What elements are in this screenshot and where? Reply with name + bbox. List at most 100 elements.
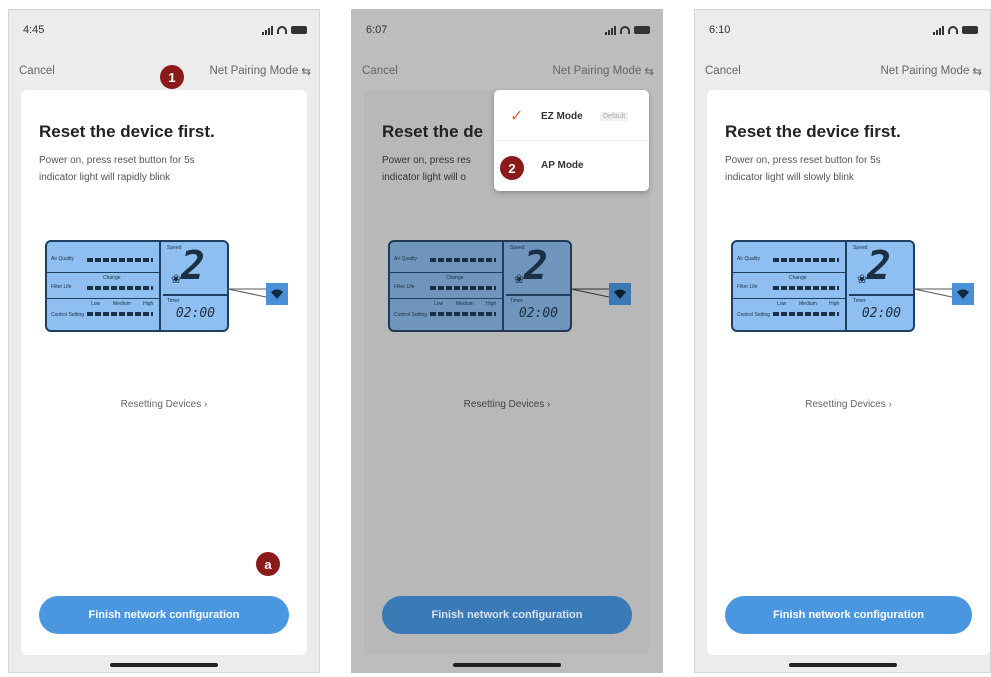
lcd-change-label: Change [103, 275, 121, 281]
indicator-callout-line [571, 287, 609, 299]
status-icons [605, 25, 650, 35]
fan-icon: ❀ [857, 272, 868, 286]
ap-mode-label: AP Mode [541, 159, 584, 171]
status-icons [933, 25, 978, 35]
resetting-devices-link[interactable]: Resetting Devices › [21, 399, 307, 410]
lcd-bars [430, 258, 496, 262]
cancel-button[interactable]: Cancel [705, 65, 741, 77]
lcd-filter-life-label: Filter Life [737, 284, 758, 290]
lcd-low-label: Low [91, 301, 101, 307]
lcd-speed-digit: 2 [523, 243, 548, 289]
status-icons [262, 25, 307, 35]
lcd-high-label: High [829, 301, 840, 307]
net-pairing-mode-button[interactable]: Net Pairing Mode ⇆ [553, 64, 655, 78]
lcd-speed-label: Speed [510, 245, 525, 251]
dropdown-item-ez-mode[interactable]: ✓ EZ Mode Default [494, 92, 649, 140]
instructions: Power on, press reset button for 5s indi… [39, 152, 269, 186]
lcd-filter-life-label: Filter Life [394, 284, 415, 290]
instruction-line-1: Power on, press reset button for 5s [725, 155, 881, 166]
lcd-speed-digit: 2 [180, 243, 205, 289]
lcd-speed-label: Speed [853, 245, 868, 251]
lcd-timer-label: Timer [853, 298, 866, 304]
resetting-devices-link[interactable]: Resetting Devices › [707, 399, 990, 410]
lcd-air-quality-label: Air Quality [394, 256, 418, 262]
device-lcd-illustration: Air Quality Change Filter Life Low Mediu… [731, 240, 915, 332]
swap-icon: ⇆ [644, 66, 654, 78]
lcd-speed-digit: 2 [866, 243, 891, 289]
lcd-bars [87, 312, 153, 316]
lcd-bars [773, 258, 839, 262]
lcd-control-setting-label: Control Setting [737, 312, 771, 318]
ez-mode-label: EZ Mode [541, 110, 583, 122]
nav-bar: Cancel Net Pairing Mode ⇆ [362, 62, 654, 80]
instruction-line-1: Power on, press reset button for 5s [39, 155, 195, 166]
lcd-control-setting-label: Control Setting [394, 312, 428, 318]
lcd-bars [773, 312, 839, 316]
signal-icon [933, 25, 944, 35]
lcd-control-setting-label: Control Setting [51, 312, 85, 318]
battery-icon [634, 26, 650, 34]
net-pairing-mode-button[interactable]: Net Pairing Mode ⇆ [210, 64, 312, 78]
home-indicator [453, 663, 561, 667]
step-marker-2: 2 [500, 156, 524, 180]
content-card: Reset the device first. Power on, press … [707, 90, 990, 655]
lcd-medium-label: Medium [456, 301, 474, 307]
page-title: Reset the de [382, 122, 484, 141]
lcd-high-label: High [486, 301, 497, 307]
lcd-air-quality-label: Air Quality [51, 256, 75, 262]
fan-icon: ❀ [514, 272, 525, 286]
status-time: 4:45 [23, 24, 45, 36]
finish-network-configuration-button[interactable]: Finish network configuration [725, 596, 972, 634]
lcd-change-label: Change [446, 275, 464, 281]
wifi-icon [620, 26, 630, 34]
status-bar: 4:45 [23, 20, 307, 40]
wifi-indicator-icon [952, 283, 974, 305]
indicator-callout-line [228, 287, 266, 299]
fan-icon: ❀ [171, 272, 182, 286]
instructions: Power on, press reset button for 5s indi… [725, 152, 955, 186]
lcd-low-label: Low [434, 301, 444, 307]
instruction-line-2: indicator light will slowly blink [725, 172, 854, 183]
finish-network-configuration-button[interactable]: Finish network configuration [382, 596, 632, 634]
home-indicator [110, 663, 218, 667]
lcd-air-quality-label: Air Quality [737, 256, 761, 262]
lcd-timer-label: Timer [167, 298, 180, 304]
net-pairing-mode-label: Net Pairing Mode [209, 65, 299, 77]
wifi-icon [948, 26, 958, 34]
status-bar: 6:07 [366, 20, 650, 40]
net-pairing-mode-label: Net Pairing Mode [880, 65, 970, 77]
cancel-button[interactable]: Cancel [362, 65, 398, 77]
lcd-filter-life-label: Filter Life [51, 284, 72, 290]
cancel-button[interactable]: Cancel [19, 65, 55, 77]
page-title: Reset the device first. [39, 122, 215, 141]
home-indicator [788, 663, 897, 667]
status-bar: 6:10 [709, 20, 978, 40]
net-pairing-mode-button[interactable]: Net Pairing Mode ⇆ [881, 64, 983, 78]
instruction-line-2: indicator light will rapidly blink [39, 172, 171, 183]
lcd-medium-label: Medium [799, 301, 817, 307]
lcd-high-label: High [143, 301, 154, 307]
lcd-timer-value: 02:00 [861, 306, 901, 321]
battery-icon [962, 26, 978, 34]
resetting-devices-link[interactable]: Resetting Devices › [364, 399, 650, 410]
wifi-indicator-icon [609, 283, 631, 305]
lcd-bars [430, 286, 496, 290]
status-time: 6:10 [709, 24, 731, 36]
default-badge: Default [600, 111, 629, 121]
step-marker-a: a [256, 552, 280, 576]
lcd-bars [87, 258, 153, 262]
nav-bar: Cancel Net Pairing Mode ⇆ [705, 62, 982, 80]
device-lcd-illustration: Air Quality Change Filter Life Low Mediu… [45, 240, 229, 332]
signal-icon [262, 25, 273, 35]
signal-icon [605, 25, 616, 35]
lcd-medium-label: Medium [113, 301, 131, 307]
wifi-icon [277, 26, 287, 34]
lcd-timer-value: 02:00 [518, 306, 558, 321]
battery-icon [291, 26, 307, 34]
finish-network-configuration-button[interactable]: Finish network configuration [39, 596, 289, 634]
step-marker-1: 1 [160, 65, 184, 89]
swap-icon: ⇆ [301, 66, 311, 78]
check-icon: ✓ [510, 108, 524, 125]
device-lcd-illustration: Air Quality Change Filter Life Low Mediu… [388, 240, 572, 332]
lcd-bars [87, 286, 153, 290]
